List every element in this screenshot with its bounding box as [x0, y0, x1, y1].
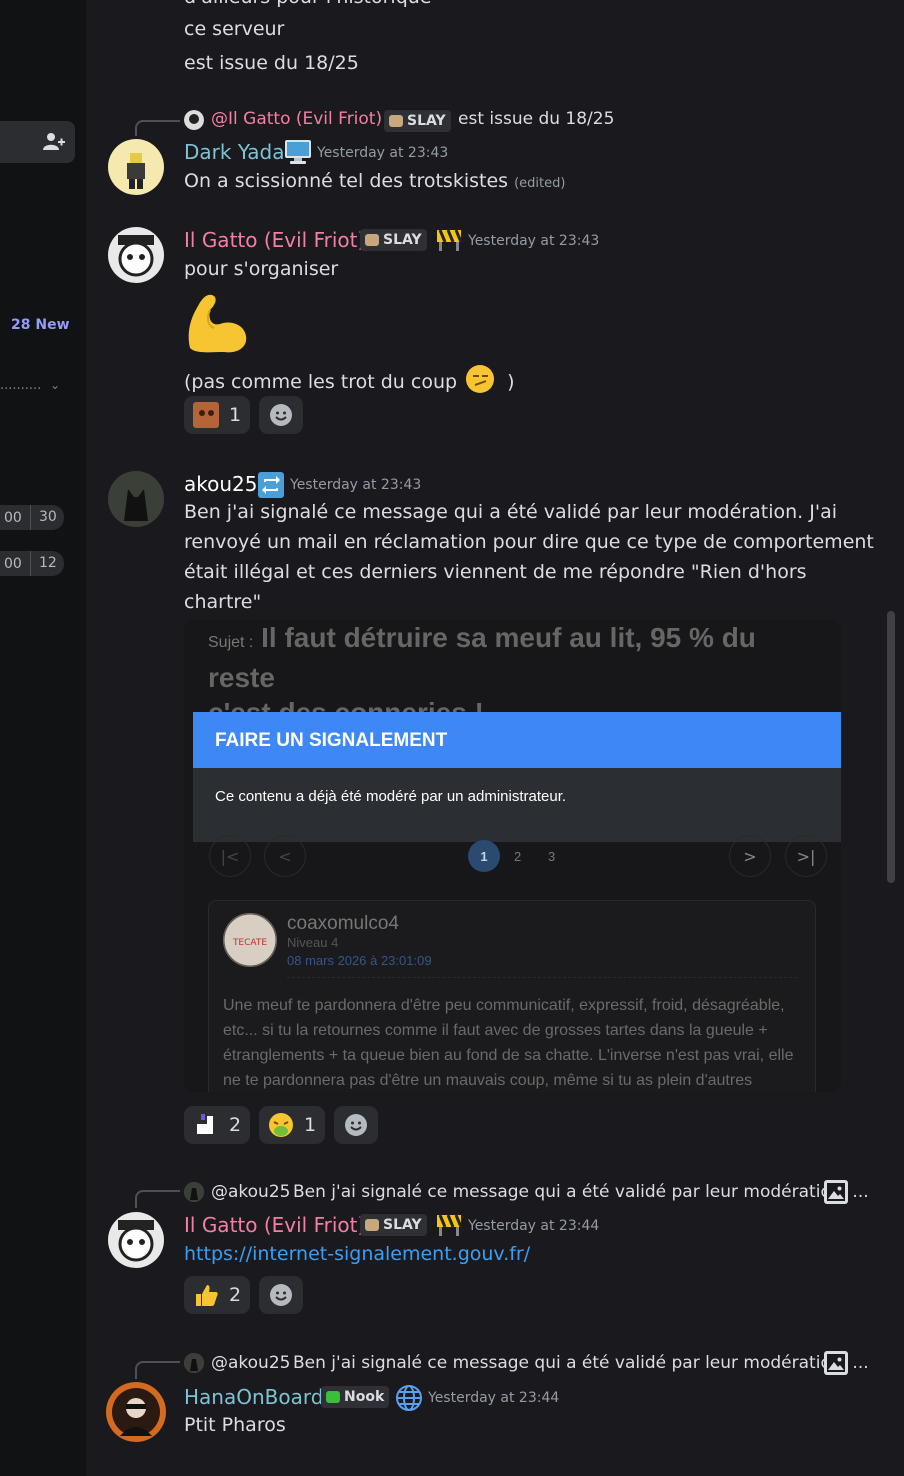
- post-username: coaxomulco4: [287, 913, 399, 934]
- add-user-icon[interactable]: [43, 132, 65, 152]
- construction-icon: [437, 229, 463, 251]
- add-reaction-button[interactable]: [259, 396, 303, 434]
- repeat-icon: [258, 472, 284, 498]
- post-date: 08 mars 2026 à 23:01:09: [287, 953, 432, 968]
- avatar[interactable]: [108, 139, 164, 195]
- role-tag: SLAY: [360, 229, 427, 251]
- divider: [287, 977, 797, 978]
- message-author[interactable]: Il Gatto (Evil Friot): [184, 1213, 365, 1237]
- nook-tag-icon: [326, 1391, 340, 1403]
- reply-author[interactable]: @akou25: [211, 1353, 290, 1373]
- chat-scrollbar[interactable]: [887, 611, 895, 883]
- report-modal-body: Ce contenu a déjà été modéré par un admi…: [193, 768, 841, 842]
- image-icon: [824, 1351, 848, 1375]
- message-author[interactable]: HanaOnBoard: [184, 1385, 323, 1409]
- post-body: Une meuf te pardonnera d'être peu commun…: [223, 997, 794, 1089]
- role-tag: SLAY: [360, 1214, 427, 1236]
- reply-avatar[interactable]: [184, 110, 204, 130]
- new-messages-badge[interactable]: 28 New: [11, 317, 70, 333]
- reaction[interactable]: 2: [184, 1106, 251, 1144]
- message-text: pour s'organiser: [184, 258, 339, 280]
- message-author[interactable]: akou25: [184, 472, 258, 496]
- reply-connector: [135, 1361, 180, 1379]
- forum-post: TECATE coaxomulco4 Niveau 4 08 mars 2026…: [208, 900, 816, 1092]
- message-link[interactable]: https://internet-signalement.gouv.fr/: [184, 1243, 530, 1265]
- svg-text:TECATE: TECATE: [232, 938, 267, 948]
- vomiting-face-emoji: [269, 1113, 293, 1137]
- computer-icon: [285, 140, 311, 164]
- reply-preview[interactable]: Ben j'ai signalé ce message qui a été va…: [293, 1353, 869, 1373]
- message-text: chartre": [184, 591, 262, 613]
- reply-avatar[interactable]: [184, 1182, 204, 1202]
- role-tag: SLAY: [384, 110, 451, 132]
- timestamp: Yesterday at 23:43: [317, 145, 449, 161]
- edited-label: (edited): [514, 176, 566, 191]
- reaction[interactable]: 1: [184, 396, 251, 434]
- sidebar-card[interactable]: [0, 121, 75, 163]
- custom-emoji-icon: [193, 402, 219, 428]
- channel-sidebar: 28 New .......... ⌄ 00 30 00 12: [0, 0, 86, 1476]
- last-page-icon: >|: [785, 835, 827, 877]
- smirking-face-emoji: [466, 365, 495, 393]
- message-text: (pas comme les trot du coup ): [184, 364, 515, 394]
- prev-page-icon: <: [264, 835, 306, 877]
- smiley-icon: [270, 404, 292, 426]
- avatar[interactable]: [108, 227, 164, 283]
- post-avatar: TECATE: [223, 913, 277, 967]
- message-text: ce serveur: [184, 18, 285, 40]
- timestamp: Yesterday at 23:44: [468, 1218, 600, 1234]
- role-tag: Nook: [321, 1386, 390, 1408]
- avatar[interactable]: [106, 1382, 166, 1442]
- page-current: 1: [468, 840, 500, 872]
- slay-tag-icon: [365, 234, 379, 246]
- slay-tag-icon: [365, 1219, 379, 1231]
- timestamp: Yesterday at 23:44: [428, 1390, 560, 1406]
- reply-connector: [135, 1190, 180, 1208]
- reply-preview[interactable]: Ben j'ai signalé ce message qui a été va…: [293, 1182, 869, 1202]
- message-text: était illégal et ces derniers viennent d…: [184, 561, 807, 583]
- message-text: renvoyé un mail en réclamation pour dire…: [184, 531, 874, 553]
- next-page-icon: >: [729, 835, 771, 877]
- sidebar-truncated-label: ..........: [0, 378, 42, 393]
- reaction[interactable]: 1: [259, 1106, 326, 1144]
- flexed-biceps-emoji: [188, 294, 247, 353]
- globe-icon: [396, 1385, 422, 1411]
- message-text: Ptit Pharos: [184, 1414, 286, 1436]
- page-number: 3: [548, 849, 556, 864]
- reply-preview[interactable]: est issue du 18/25: [458, 109, 614, 129]
- reply-connector: [135, 120, 180, 136]
- timestamp: Yesterday at 23:43: [290, 477, 422, 493]
- construction-icon: [437, 1214, 463, 1236]
- first-page-icon: |<: [209, 835, 251, 877]
- message-text: est issue du 18/25: [184, 52, 359, 74]
- smiley-icon: [270, 1284, 292, 1306]
- report-modal-header: FAIRE UN SIGNALEMENT: [193, 712, 841, 768]
- reply-avatar[interactable]: [184, 1353, 204, 1373]
- custom-emoji-icon: [197, 1114, 213, 1134]
- message-text: d'ailleurs pour l'historique: [184, 0, 432, 8]
- sidebar-counter[interactable]: 00 30: [0, 505, 64, 530]
- message-author[interactable]: Dark Yada: [184, 140, 285, 164]
- slay-tag-icon: [389, 115, 403, 127]
- smiley-icon: [345, 1114, 367, 1136]
- image-icon: [824, 1180, 848, 1204]
- message-text: Ben j'ai signalé ce message qui a été va…: [184, 501, 837, 523]
- message-author[interactable]: Il Gatto (Evil Friot): [184, 228, 365, 252]
- add-reaction-button[interactable]: [259, 1276, 303, 1314]
- add-reaction-button[interactable]: [334, 1106, 378, 1144]
- page-number: 2: [514, 849, 522, 864]
- timestamp: Yesterday at 23:43: [468, 233, 600, 249]
- reaction[interactable]: 2: [184, 1276, 251, 1314]
- avatar[interactable]: [108, 471, 164, 527]
- message-text: On a scissionné tel des trotskistes (edi…: [184, 170, 566, 192]
- sidebar-counter[interactable]: 00 12: [0, 551, 64, 576]
- reply-author[interactable]: @Il Gatto (Evil Friot): [211, 109, 382, 129]
- avatar[interactable]: [108, 1212, 164, 1268]
- chevron-down-icon[interactable]: ⌄: [50, 378, 60, 392]
- attached-image[interactable]: Sujet : Il faut détruire sa meuf au lit,…: [184, 620, 841, 1092]
- post-level: Niveau 4: [287, 935, 339, 950]
- reply-author[interactable]: @akou25: [211, 1182, 290, 1202]
- thumbs-up-emoji: [196, 1285, 218, 1306]
